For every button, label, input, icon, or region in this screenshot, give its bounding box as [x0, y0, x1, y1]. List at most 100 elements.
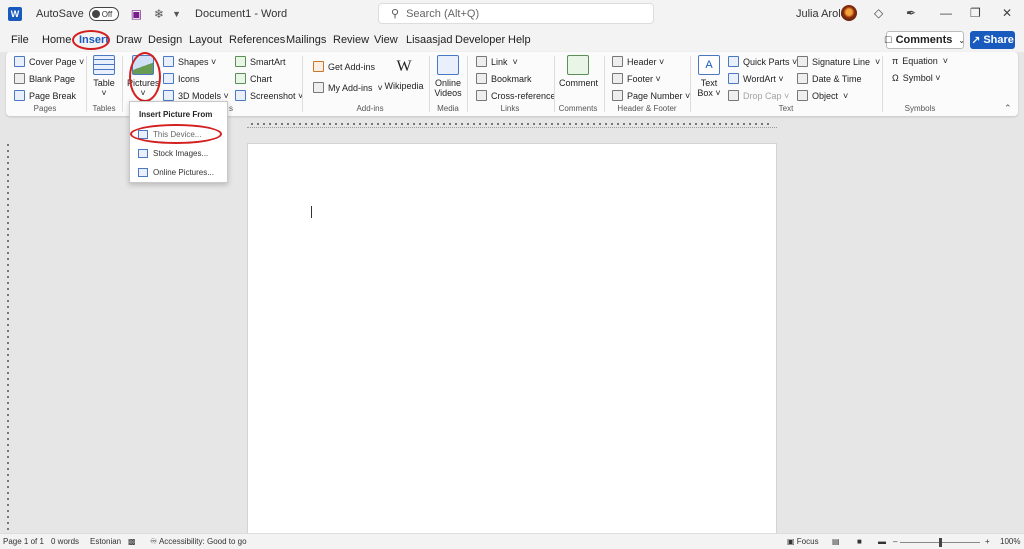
ruler-tick: [665, 123, 667, 125]
comments-button[interactable]: □ Comments ⌄: [885, 31, 965, 49]
tab-home[interactable]: Home: [42, 34, 71, 46]
signature-line-button[interactable]: Signature Line ˅: [797, 56, 880, 67]
shapes-label: Shapes: [178, 56, 209, 67]
search-box[interactable]: ⚲ Search (Alt+Q): [378, 3, 654, 24]
footer-button[interactable]: Footer ˅: [612, 73, 661, 84]
object-button[interactable]: Object ˅: [797, 90, 848, 101]
comment-button[interactable]: Comment: [559, 55, 598, 88]
save-icon[interactable]: ▣: [131, 7, 142, 21]
ruler-tick: [755, 123, 757, 125]
table-button[interactable]: Table ˅: [90, 55, 118, 98]
web-layout-icon[interactable]: ▬: [878, 537, 886, 546]
share-button[interactable]: ↗ Share: [970, 31, 1015, 49]
horizontal-ruler[interactable]: [247, 120, 777, 128]
menu-item-online-pictures[interactable]: Online Pictures...: [138, 168, 214, 177]
page-count[interactable]: Page 1 of 1: [3, 537, 44, 546]
chart-button[interactable]: Chart: [235, 73, 272, 84]
tab-lisaasjad[interactable]: Lisaasjad: [406, 34, 452, 46]
ruler-tick: [7, 486, 9, 488]
accessibility-status[interactable]: ♾ Accessibility: Good to go: [150, 537, 247, 546]
screenshot-button[interactable]: Screenshot ˅: [235, 90, 303, 101]
collapse-ribbon-icon[interactable]: ⌃: [1004, 103, 1012, 114]
pictures-button[interactable]: Pictures ˅: [127, 55, 160, 98]
page-number-button[interactable]: Page Number ˅: [612, 90, 690, 101]
smartart-button[interactable]: SmartArt: [235, 56, 286, 67]
ruler-tick: [461, 123, 463, 125]
tab-insert[interactable]: Insert: [79, 34, 109, 46]
ribbon-divider: [604, 56, 605, 112]
language[interactable]: Estonian: [90, 537, 121, 546]
cross-reference-label: Cross-reference: [491, 90, 556, 101]
cover-page-button[interactable]: Cover Page ˅: [14, 56, 84, 67]
tab-review[interactable]: Review: [333, 34, 369, 46]
smartart-icon: [235, 56, 246, 67]
close-icon[interactable]: ✕: [1002, 6, 1012, 20]
tab-design[interactable]: Design: [148, 34, 182, 46]
read-mode-icon[interactable]: ▤: [832, 537, 840, 546]
equation-button[interactable]: π Equation ˅: [892, 56, 948, 66]
tab-layout[interactable]: Layout: [189, 34, 222, 46]
menu-item-stock-images[interactable]: Stock Images...: [138, 149, 208, 158]
symbol-button[interactable]: Ω Symbol ˅: [892, 73, 941, 83]
proofing-icon[interactable]: ▩: [128, 537, 136, 546]
tab-help[interactable]: Help: [508, 34, 531, 46]
tab-view[interactable]: View: [374, 34, 398, 46]
tab-references[interactable]: References: [229, 34, 285, 46]
document-page[interactable]: [247, 143, 777, 535]
my-addins-button[interactable]: My Add-ins ˅: [313, 82, 383, 93]
drop-cap-button[interactable]: Drop Cap ˅: [728, 90, 789, 101]
tab-file[interactable]: File: [11, 34, 29, 46]
tab-draw[interactable]: Draw: [116, 34, 142, 46]
date-time-button[interactable]: Date & Time: [797, 73, 862, 84]
focus-button[interactable]: ▣ Focus: [787, 537, 819, 546]
icons-icon: [163, 73, 174, 84]
zoom-out-icon[interactable]: –: [893, 537, 897, 546]
wordart-button[interactable]: WordArt ˅: [728, 73, 784, 84]
autosave-toggle[interactable]: Off: [88, 7, 119, 21]
bookmark-button[interactable]: Bookmark: [476, 73, 532, 84]
customize-toolbar-icon[interactable]: ▼: [172, 9, 181, 19]
3d-models-button[interactable]: 3D Models ˅: [163, 90, 229, 101]
user-name[interactable]: Julia Arold: [796, 8, 847, 20]
ruler-tick: [7, 270, 9, 272]
blank-page-button[interactable]: Blank Page: [14, 73, 75, 84]
ruler-tick: [7, 378, 9, 380]
shapes-button[interactable]: Shapes ˅: [163, 56, 216, 67]
avatar[interactable]: [841, 5, 857, 21]
minimize-icon[interactable]: —: [940, 6, 952, 20]
zoom-slider-thumb[interactable]: [939, 538, 942, 547]
restore-icon[interactable]: ❐: [970, 6, 981, 20]
header-button[interactable]: Header ˅: [612, 56, 664, 67]
ruler-tick: [767, 123, 769, 125]
online-videos-button[interactable]: Online Videos: [432, 55, 464, 98]
ruler-tick: [479, 123, 481, 125]
ruler-tick: [7, 510, 9, 512]
quick-parts-label: Quick Parts: [743, 56, 790, 67]
ruler-tick: [293, 123, 295, 125]
vertical-ruler[interactable]: [4, 144, 12, 534]
zoom-in-icon[interactable]: +: [985, 537, 990, 546]
ruler-tick: [407, 123, 409, 125]
comments-label: Comments: [895, 34, 953, 46]
smartart-label: SmartArt: [250, 56, 286, 67]
cross-reference-button[interactable]: Cross-reference: [476, 90, 556, 101]
ruler-tick: [251, 123, 253, 125]
text-box-button[interactable]: A Text Box ˅: [696, 55, 722, 98]
ruler-tick: [575, 123, 577, 125]
print-layout-icon[interactable]: ■: [857, 537, 862, 546]
diamond-icon[interactable]: ◇: [874, 6, 883, 20]
get-addins-button[interactable]: Get Add-ins: [313, 61, 375, 72]
pen-icon[interactable]: ✒: [906, 6, 916, 20]
quick-parts-button[interactable]: Quick Parts ˅: [728, 56, 797, 67]
link-button[interactable]: Link ˅: [476, 56, 518, 67]
menu-item-this-device[interactable]: This Device...: [138, 130, 201, 139]
page-break-button[interactable]: Page Break: [14, 90, 76, 101]
word-count[interactable]: 0 words: [51, 537, 79, 546]
tab-mailings[interactable]: Mailings: [286, 34, 326, 46]
zoom-level[interactable]: 100%: [1000, 537, 1020, 546]
icons-button[interactable]: Icons: [163, 73, 200, 84]
ruler-tick: [287, 123, 289, 125]
touch-mode-icon[interactable]: ❄: [154, 7, 164, 21]
tab-developer[interactable]: Developer: [455, 34, 505, 46]
wikipedia-button[interactable]: W Wikipedia: [384, 58, 424, 91]
